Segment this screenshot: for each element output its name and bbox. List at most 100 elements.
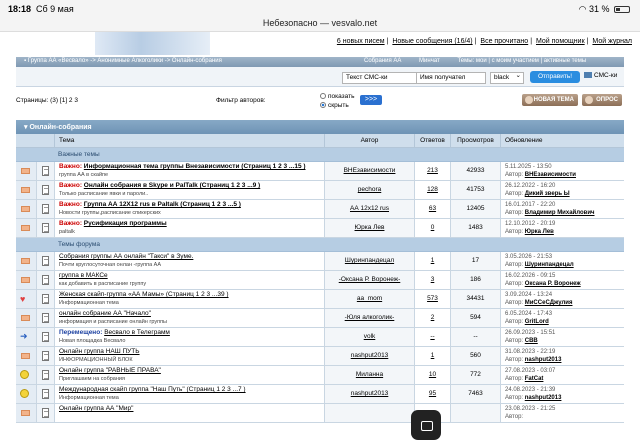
topic-link[interactable]: Собрания группы АА онлайн "Такси" в Зуме… [59,253,193,260]
author-link[interactable]: pechora [358,186,382,193]
table-row[interactable]: Международная скайп группа "Наш Путь" (С… [16,385,624,404]
tab-topics[interactable]: Темы: мои | с моим участием | активные т… [457,58,586,64]
replies-link[interactable]: 213 [427,167,438,174]
radio-circle-icon[interactable] [320,102,326,108]
last-post-author-link[interactable]: Владимир Михайлович [525,210,595,216]
replies-link[interactable]: 1 [431,257,435,264]
replies-link[interactable]: 1 [431,352,435,359]
table-row[interactable]: Важно: Информационная тема группы Внезав… [16,162,624,181]
replies-link[interactable]: 95 [429,390,436,397]
last-post-date: 12.10.2012 - 20:19 [505,221,556,227]
document-icon [42,185,49,195]
topic-link[interactable]: Онлайн собрания в Skype и PalTalk (Стран… [84,182,260,189]
table-row[interactable]: ♥ Женская скайп-группа «АА Мамы» (Страниц… [16,290,624,309]
table-row[interactable]: Важно: Группа АА 12X12 rus в Paltalk (Ст… [16,200,624,219]
replies-link[interactable]: -- [430,333,434,340]
address-bar[interactable]: Небезопасно — vesvalo.net [0,18,640,32]
radio-circle-icon[interactable] [320,93,326,99]
topic-link[interactable]: Онлайн группа НАШ ПУТЬ [59,348,140,355]
col-topic[interactable]: Тема [54,134,324,147]
author-link[interactable]: -Оксана Р. Воронеж- [339,276,401,283]
table-row[interactable]: Онлайн группа НАШ ПУТЬ ИНФОРМАЦИОННЫЙ БЛО… [16,347,624,366]
author-link[interactable]: Шуринпандецал [345,257,394,264]
col-author[interactable]: Автор [324,134,414,147]
last-post-author-link[interactable]: FatCat [525,376,544,382]
topic-link[interactable]: группа в МАКСе [59,272,108,279]
author-link[interactable]: aa_mom [357,295,382,302]
table-row[interactable]: Важно: Русификация программы paltalk Юрка … [16,219,624,238]
last-post-author-link[interactable]: CBB [525,338,538,344]
link-my-journal[interactable]: Мой журнал [592,38,632,45]
table-row[interactable]: Важно: Онлайн собрания в Skype и PalTalk… [16,181,624,200]
author-link[interactable]: АА 12x12 rus [350,205,389,212]
author-link[interactable]: nashput2013 [351,352,389,359]
last-post-author-link[interactable]: nashput2013 [525,357,562,363]
link-mark-read[interactable]: Все прочитано [480,38,528,45]
poll-button[interactable]: ОПРОС [582,94,622,106]
last-post-author-link[interactable]: ВНЕзависимости [525,172,576,178]
tab-minchat[interactable]: Минчат [419,58,440,64]
author-link[interactable]: nashput2013 [351,390,389,397]
table-row[interactable]: Собрания группы АА онлайн "Такси" в Зуме… [16,252,624,271]
col-views[interactable]: Просмотров [450,134,500,147]
table-row[interactable]: группа в МАКСе как добавить в расписание … [16,271,624,290]
views-cell: 594 [450,309,500,327]
topic-link[interactable]: онлайн собрание АА "Начало" [59,310,151,317]
last-post-author-link[interactable]: GritLord [525,319,549,325]
pagination-pages[interactable]: (3) [1] 2 3 [50,97,78,104]
sms-recipient-input[interactable]: Имя получател [416,72,486,84]
topic-link[interactable]: Международная скайп группа "Наш Путь" (С… [59,386,246,393]
last-post-author: Автор: FatCat [505,376,544,382]
breadcrumb-text[interactable]: Группа АА «Весвало» -> Анонимные Алкогол… [28,58,222,64]
link-new-messages[interactable]: Новые сообщения (16/4) [392,38,472,45]
last-post-author-link[interactable]: Юрка Лев [525,229,554,235]
replies-link[interactable]: 3 [431,276,435,283]
topic-link[interactable]: Весвало в Телеграмм [104,329,170,336]
link-my-assistant[interactable]: Мой помощник [536,38,585,45]
last-post-author-link[interactable]: Оксана Р. Воронеж [525,281,581,287]
send-button[interactable]: Отправить! [530,71,580,83]
table-row[interactable]: Онлайн группа АА "Мир" 23.08.2023 - 21:25… [16,404,624,423]
col-replies[interactable]: Ответов [414,134,450,147]
replies-link[interactable]: 2 [431,314,435,321]
author-link[interactable]: Миланна [356,371,383,378]
replies-link[interactable]: 0 [431,224,435,231]
replies-link[interactable]: 63 [429,205,436,212]
topic-link[interactable]: Онлайн группа "РАВНЫЕ ПРАВА" [59,367,161,374]
link-new-mail[interactable]: 6 новых писем [337,38,385,45]
author-link[interactable]: ВНЕзависимости [344,167,396,174]
topic-link[interactable]: Информационная тема группы Внезависимост… [84,163,306,170]
floating-action-button[interactable] [411,410,441,440]
color-select[interactable]: black [490,71,524,84]
topic-link[interactable]: Онлайн группа АА "Мир" [59,405,133,412]
type-cell [36,252,54,270]
breadcrumb[interactable]: ▪ Группа АА «Весвало» -> Анонимные Алког… [24,58,222,64]
author-link[interactable]: volk [364,333,376,340]
last-post-author-link[interactable]: nashput2013 [525,395,562,401]
col-updated[interactable]: Обновление [500,134,624,147]
table-row[interactable]: онлайн собрание АА "Начало" информация и … [16,309,624,328]
author-link[interactable]: -Юля алкоголик- [345,314,395,321]
sms-link[interactable]: СМС-ки [584,72,617,79]
replies-link[interactable]: 573 [427,295,438,302]
table-row[interactable]: Онлайн группа "РАВНЫЕ ПРАВА" Приглашаем н… [16,366,624,385]
topic-link[interactable]: Женская скайп-группа «АА Мамы» (Страниц … [59,291,229,298]
last-post-author-link[interactable]: Шуринпандецал [525,262,574,268]
replies-cell: -- [414,328,450,346]
last-post-author-link[interactable]: Дикий зверь Ы [525,191,570,197]
new-topic-button[interactable]: НОВАЯ ТЕМА [522,94,578,106]
views-cell [450,404,500,422]
radio-show[interactable]: показать [320,92,354,101]
replies-link[interactable]: 128 [427,186,438,193]
topic-cell: Онлайн группа НАШ ПУТЬ ИНФОРМАЦИОННЫЙ БЛО… [54,347,324,365]
url-text[interactable]: Небезопасно — vesvalo.net [0,18,640,28]
table-row[interactable]: ➜ Перемещено: Весвало в Телеграмм Новая пл… [16,328,624,347]
filter-go-button[interactable]: >>> [360,95,382,105]
topic-link[interactable]: Русификация программы [84,220,167,227]
radio-hide[interactable]: скрыть [320,101,354,110]
tab-meetings[interactable]: Собрания АА [364,58,401,64]
last-post-author-link[interactable]: МиССеСДжулия [525,300,573,306]
replies-link[interactable]: 10 [429,371,436,378]
author-link[interactable]: Юрка Лев [355,224,385,231]
topic-link[interactable]: Группа АА 12X12 rus в Paltalk (Страниц 1… [84,201,241,208]
